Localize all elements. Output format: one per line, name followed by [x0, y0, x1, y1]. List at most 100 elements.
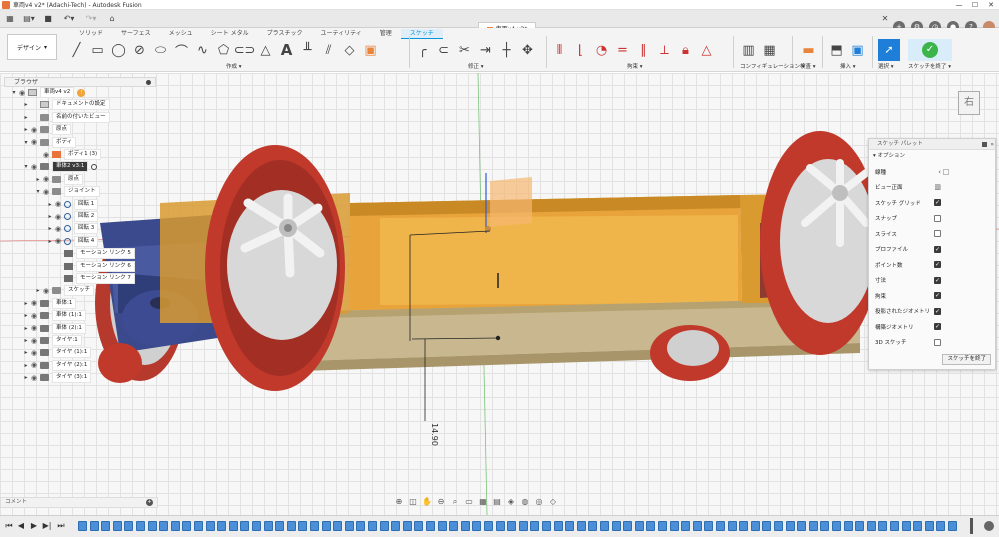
visibility-eye-icon[interactable]: ◉: [30, 312, 38, 320]
timeline-feature-icon[interactable]: [414, 521, 424, 531]
extend-icon[interactable]: ⇥: [475, 40, 496, 60]
timeline-feature-icon[interactable]: [344, 521, 354, 531]
minimize-button[interactable]: —: [951, 0, 967, 10]
box-icon[interactable]: ▣: [360, 40, 381, 60]
option-checkbox[interactable]: [934, 292, 941, 299]
maximize-button[interactable]: ☐: [967, 0, 983, 10]
offset-icon[interactable]: ⫽: [318, 40, 339, 60]
browser-node[interactable]: モーション リンク 5: [46, 248, 135, 260]
display-settings-icon[interactable]: ▭: [463, 496, 475, 507]
group-inspect-label[interactable]: 検査 ▾: [800, 62, 816, 70]
browser-node[interactable]: ▸ ◉ タイヤ (1):1: [22, 347, 92, 359]
timeline-feature-icon[interactable]: [449, 521, 459, 531]
expand-arrow-icon[interactable]: ▸: [22, 325, 30, 332]
timeline-feature-icon[interactable]: [263, 521, 273, 531]
group-select-label[interactable]: 選択 ▾: [878, 62, 894, 70]
browser-node[interactable]: ▸ 名前の付いたビュー: [22, 111, 110, 123]
timeline-feature-icon[interactable]: [159, 521, 169, 531]
activate-radio-icon[interactable]: [91, 163, 98, 170]
group-modify-label[interactable]: 修正 ▾: [468, 62, 484, 70]
option-checkbox[interactable]: [934, 338, 941, 346]
add-comment-icon[interactable]: +: [146, 499, 153, 506]
timeline-feature-icon[interactable]: [762, 521, 772, 531]
timeline-feature-icon[interactable]: [333, 521, 343, 531]
timeline-feature-icon[interactable]: [878, 521, 888, 531]
browser-node[interactable]: ▸ ◉ スケッチ: [34, 285, 95, 297]
timeline-feature-icon[interactable]: [704, 521, 714, 531]
expand-arrow-icon[interactable]: ▸: [22, 300, 30, 307]
timeline-feature-icon[interactable]: [634, 521, 644, 531]
option-checkbox[interactable]: [934, 199, 941, 206]
option-checkbox[interactable]: [934, 214, 941, 222]
visibility-eye-icon[interactable]: ◉: [30, 324, 38, 332]
timeline-settings-icon[interactable]: [984, 521, 994, 531]
timeline-feature-icon[interactable]: [298, 521, 308, 531]
option-checkbox[interactable]: [934, 245, 941, 253]
collapse-arrow-icon[interactable]: ▾: [10, 89, 18, 96]
fillet-icon[interactable]: ╭: [412, 40, 433, 60]
browser-node[interactable]: モーション リンク 6: [46, 260, 135, 272]
expand-arrow-icon[interactable]: ▸: [22, 101, 30, 108]
timeline-feature-icon[interactable]: [170, 521, 180, 531]
timeline-feature-icon[interactable]: [472, 521, 482, 531]
expand-arrow-icon[interactable]: ▸: [22, 126, 30, 133]
visibility-eye-icon[interactable]: ◉: [54, 200, 62, 208]
group-constraints-label[interactable]: 拘束 ▾: [627, 62, 643, 70]
tab-sketch[interactable]: スケッチ: [400, 29, 443, 39]
polygon-icon[interactable]: ⬠: [213, 40, 234, 60]
construction-linetype-icon[interactable]: [943, 168, 949, 175]
cube-view-icon[interactable]: ◈: [505, 496, 517, 507]
timeline-feature-icon[interactable]: [774, 521, 783, 531]
timeline-feature-icon[interactable]: [727, 521, 737, 531]
move-icon[interactable]: ✥: [517, 40, 538, 60]
timeline-marker[interactable]: [970, 518, 973, 534]
palette-option-row[interactable]: スケッチ グリッド: [875, 196, 993, 209]
fix-icon[interactable]: 🔒︎: [675, 40, 696, 60]
expand-arrow-icon[interactable]: ▸: [34, 176, 42, 183]
browser-node[interactable]: ▸ ◉ 回転 3: [46, 223, 99, 235]
rectangle-icon[interactable]: ▭: [87, 40, 108, 60]
timeline-play-icon[interactable]: ▶: [29, 521, 39, 531]
timeline-feature-icon[interactable]: [866, 521, 876, 531]
finish-sketch-button[interactable]: ✓: [908, 39, 952, 61]
timeline-end-icon[interactable]: ⏭: [56, 521, 66, 531]
palette-option-row[interactable]: 構築ジオメトリ: [875, 320, 993, 333]
option-checkbox[interactable]: [934, 307, 941, 315]
option-checkbox[interactable]: [934, 230, 941, 237]
browser-node[interactable]: ▸ ◉ 回転 2: [46, 211, 99, 222]
browser-node[interactable]: ◉ ボディ1 (3): [34, 149, 102, 160]
timeline-feature-icon[interactable]: [576, 521, 586, 531]
timeline-feature-icon[interactable]: [518, 521, 528, 531]
timeline-feature-icon[interactable]: [901, 521, 911, 531]
timeline-feature-icon[interactable]: [948, 521, 957, 531]
palette-option-row[interactable]: プロファイル: [875, 243, 993, 256]
panel-pin-icon[interactable]: [146, 80, 151, 85]
ellipse-icon[interactable]: ⬭: [150, 40, 171, 60]
viewports-icon[interactable]: ▤: [491, 496, 503, 507]
expand-arrow-icon[interactable]: ▸: [22, 362, 30, 369]
dimension-icon[interactable]: ⦀: [549, 40, 570, 60]
collapse-arrow-icon[interactable]: ▾: [22, 163, 30, 170]
tab-mesh[interactable]: メッシュ: [160, 29, 202, 39]
browser-node[interactable]: ▸ ◉ タイヤ:1: [22, 335, 82, 346]
timeline-feature-icon[interactable]: [112, 521, 122, 531]
palette-option-row[interactable]: ポイント数: [875, 258, 993, 271]
expand-arrow-icon[interactable]: ▸: [46, 238, 54, 245]
zoom-icon[interactable]: ⊖: [435, 496, 447, 507]
group-configuration-label[interactable]: コンフィギュレーション ▾: [740, 62, 805, 70]
visibility-eye-icon[interactable]: ◉: [30, 126, 38, 134]
visibility-eye-icon[interactable]: ◉: [30, 349, 38, 357]
trim-icon[interactable]: ✂: [454, 40, 475, 60]
line-icon[interactable]: ╱: [66, 40, 87, 60]
expand-arrow-icon[interactable]: ▸: [22, 349, 30, 356]
undo-icon[interactable]: ↶▾: [60, 13, 78, 25]
timeline-feature-icon[interactable]: [217, 521, 227, 531]
expand-arrow-icon[interactable]: ▸: [22, 312, 30, 319]
insert-derive-icon[interactable]: ⬒: [826, 40, 847, 60]
visibility-eye-icon[interactable]: ◉: [18, 89, 26, 97]
expand-arrow-icon[interactable]: ▸: [46, 225, 54, 232]
timeline-feature-icon[interactable]: [669, 521, 679, 531]
timeline-feature-icon[interactable]: [437, 521, 447, 531]
timeline-feature-icon[interactable]: [553, 521, 563, 531]
visibility-eye-icon[interactable]: ◉: [42, 175, 50, 183]
